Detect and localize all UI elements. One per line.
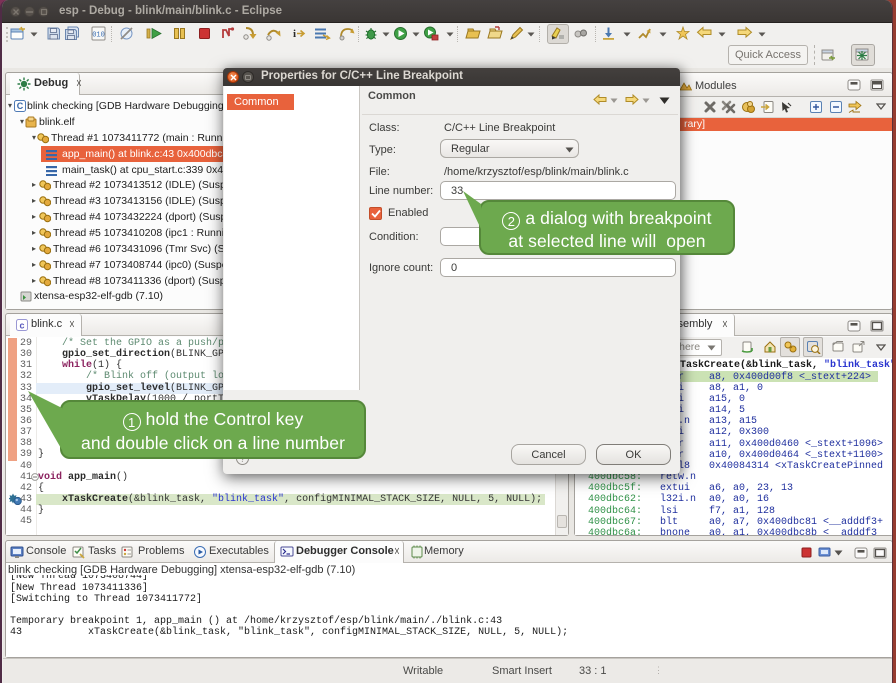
svg-text:c: c [19, 321, 24, 331]
svg-text:010: 010 [92, 32, 105, 40]
svg-text:i: i [293, 28, 296, 40]
svg-text:C: C [17, 101, 24, 111]
